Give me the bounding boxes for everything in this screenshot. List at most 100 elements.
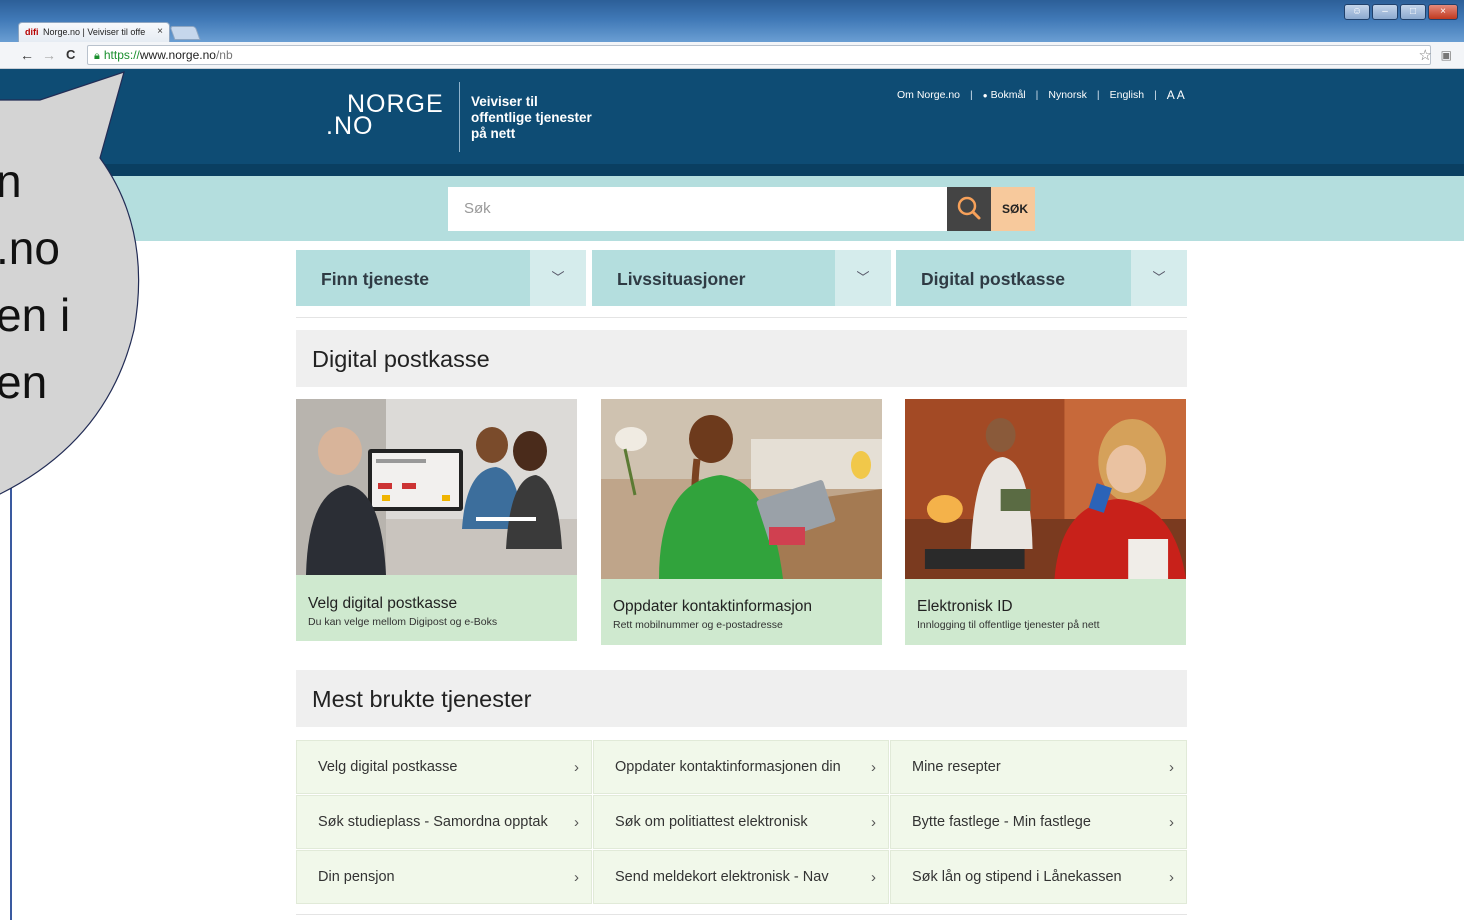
service-label: Mine resepter xyxy=(912,759,1001,775)
chevron-down-icon[interactable]: ﹀ xyxy=(835,250,891,306)
chevron-right-icon: › xyxy=(871,869,876,886)
speech-bubble-text: n .no en i en xyxy=(0,148,70,416)
search-icon[interactable] xyxy=(947,187,997,231)
service-link[interactable]: Send meldekort elektronisk - Nav › xyxy=(593,850,889,904)
card-photo xyxy=(905,399,1186,579)
window-frame-line xyxy=(10,480,12,920)
new-tab-button[interactable] xyxy=(169,26,201,40)
chevron-right-icon: › xyxy=(574,869,579,886)
service-label: Oppdater kontaktinformasjonen din xyxy=(615,759,841,775)
chevron-right-icon: › xyxy=(871,814,876,831)
difi-favicon-icon: difi xyxy=(25,27,39,37)
maximize-button[interactable]: □ xyxy=(1400,4,1426,20)
chevron-down-icon[interactable]: ﹀ xyxy=(530,250,586,306)
selected-dot-icon: ● xyxy=(982,90,988,100)
service-link[interactable]: Bytte fastlege - Min fastlege › xyxy=(890,795,1187,849)
logo-line-2: .NO xyxy=(326,112,374,140)
window-controls: ☺ – □ × xyxy=(1344,4,1458,20)
close-icon[interactable]: × xyxy=(157,26,163,37)
extension-icon[interactable]: ▣ xyxy=(1441,48,1452,62)
nav-digital-postkasse[interactable]: Digital postkasse ﹀ xyxy=(896,250,1187,306)
chevron-down-icon[interactable]: ﹀ xyxy=(1131,250,1187,306)
service-link[interactable]: Oppdater kontaktinformasjonen din › xyxy=(593,740,889,794)
card-subtitle: Innlogging til offentlige tjenester på n… xyxy=(917,619,1100,631)
card-title: Elektronisk ID xyxy=(917,598,1013,615)
top-nav: Om Norge.no | ● Bokmål | Nynorsk | Englis… xyxy=(897,88,1185,102)
search-button[interactable]: SØK xyxy=(991,187,1035,231)
card-subtitle: Rett mobilnummer og e-postadresse xyxy=(613,619,783,631)
english-link[interactable]: English xyxy=(1110,89,1144,101)
person-icon[interactable]: ☺ xyxy=(1344,4,1370,20)
norge-logo[interactable]: NORGE .NO xyxy=(326,92,444,140)
service-label: Søk studieplass - Samordna opptak xyxy=(318,814,548,830)
search-input[interactable]: Søk xyxy=(448,187,947,231)
services-grid: Velg digital postkasse › Oppdater kontakt… xyxy=(296,740,1187,904)
card-subtitle: Du kan velge mellom Digipost og e-Boks xyxy=(308,616,498,628)
tagline-line-2: offentlige tjenester xyxy=(471,110,592,125)
service-label: Send meldekort elektronisk - Nav xyxy=(615,869,829,885)
card-title: Velg digital postkasse xyxy=(308,595,458,612)
service-link[interactable]: Søk studieplass - Samordna opptak › xyxy=(296,795,592,849)
lock-icon: 🔒︎ xyxy=(94,50,100,62)
service-link[interactable]: Velg digital postkasse › xyxy=(296,740,592,794)
text-size-toggle[interactable]: A A xyxy=(1167,88,1185,102)
section-title: Mest brukte tjenester xyxy=(312,686,532,712)
service-label: Din pensjon xyxy=(318,869,395,885)
site-tagline: Veiviser til offentlige tjenester på net… xyxy=(471,94,592,142)
browser-titlebar: difi Norge.no | Veiviser til offe × ☺ – … xyxy=(0,0,1464,42)
bokmal-link[interactable]: Bokmål xyxy=(991,89,1026,101)
bubble-line: en xyxy=(0,356,48,408)
service-link[interactable]: Søk lån og stipend i Lånekassen › xyxy=(890,850,1187,904)
tab-title: Norge.no | Veiviser til offe xyxy=(43,27,146,37)
service-label: Bytte fastlege - Min fastlege xyxy=(912,814,1091,830)
browser-tab[interactable]: difi Norge.no | Veiviser til offe × xyxy=(18,22,170,42)
bubble-line: en i xyxy=(0,289,71,341)
divider xyxy=(296,914,1187,915)
url-host: www.norge.no xyxy=(139,48,216,62)
service-link[interactable]: Søk om politiattest elektronisk › xyxy=(593,795,889,849)
search-band: Søk SØK xyxy=(0,176,1464,241)
section-title: Digital postkasse xyxy=(312,346,490,372)
nynorsk-link[interactable]: Nynorsk xyxy=(1048,89,1087,101)
bubble-line: .no xyxy=(0,222,60,274)
card-title: Oppdater kontaktinformasjon xyxy=(613,598,813,615)
back-button[interactable]: ← xyxy=(20,47,34,63)
nav-label: Livssituasjoner xyxy=(617,269,746,289)
card-photo xyxy=(601,399,882,579)
nav-finn-tjeneste[interactable]: Finn tjeneste ﹀ xyxy=(296,250,586,306)
tagline-line-1: Veiviser til xyxy=(471,94,538,109)
nav-label: Finn tjeneste xyxy=(321,269,429,289)
window-close-button[interactable]: × xyxy=(1428,4,1458,20)
chevron-right-icon: › xyxy=(871,759,876,776)
nav-livssituasjoner[interactable]: Livssituasjoner ﹀ xyxy=(592,250,891,306)
service-label: Søk om politiattest elektronisk xyxy=(615,814,808,830)
nav-label: Digital postkasse xyxy=(921,269,1065,289)
divider xyxy=(296,317,1187,318)
browser-toolbar: ← → C 🔒︎ https://www.norge.no/nb ☆ ▣ xyxy=(0,42,1464,69)
chevron-right-icon: › xyxy=(1169,814,1174,831)
chevron-right-icon: › xyxy=(574,759,579,776)
service-label: Velg digital postkasse xyxy=(318,759,458,775)
url-scheme: https:// xyxy=(103,48,140,62)
address-bar[interactable]: 🔒︎ https://www.norge.no/nb xyxy=(87,45,1431,65)
chevron-right-icon: › xyxy=(1169,869,1174,886)
about-link[interactable]: Om Norge.no xyxy=(897,89,960,101)
section-heading-mest-brukte: Mest brukte tjenester xyxy=(296,670,1187,727)
section-heading-digital-postkasse: Digital postkasse xyxy=(296,330,1187,387)
card-caption: Elektronisk ID Innlogging til offentlige… xyxy=(905,579,1186,645)
service-link[interactable]: Mine resepter › xyxy=(890,740,1187,794)
service-link[interactable]: Din pensjon › xyxy=(296,850,592,904)
reload-button[interactable]: C xyxy=(66,47,75,62)
bubble-line: n xyxy=(0,155,22,207)
site-header: NORGE .NO Veiviser til offentlige tjenes… xyxy=(0,69,1464,176)
card-photo xyxy=(296,399,577,575)
minimize-button[interactable]: – xyxy=(1372,4,1398,20)
card-caption: Oppdater kontaktinformasjon Rett mobilnu… xyxy=(601,579,882,645)
service-label: Søk lån og stipend i Lånekassen xyxy=(912,869,1122,885)
chevron-right-icon: › xyxy=(1169,759,1174,776)
logo-divider xyxy=(459,82,460,152)
url-path: /nb xyxy=(215,48,233,62)
star-icon[interactable]: ☆ xyxy=(1419,46,1432,64)
forward-button[interactable]: → xyxy=(42,47,56,63)
chevron-right-icon: › xyxy=(574,814,579,831)
